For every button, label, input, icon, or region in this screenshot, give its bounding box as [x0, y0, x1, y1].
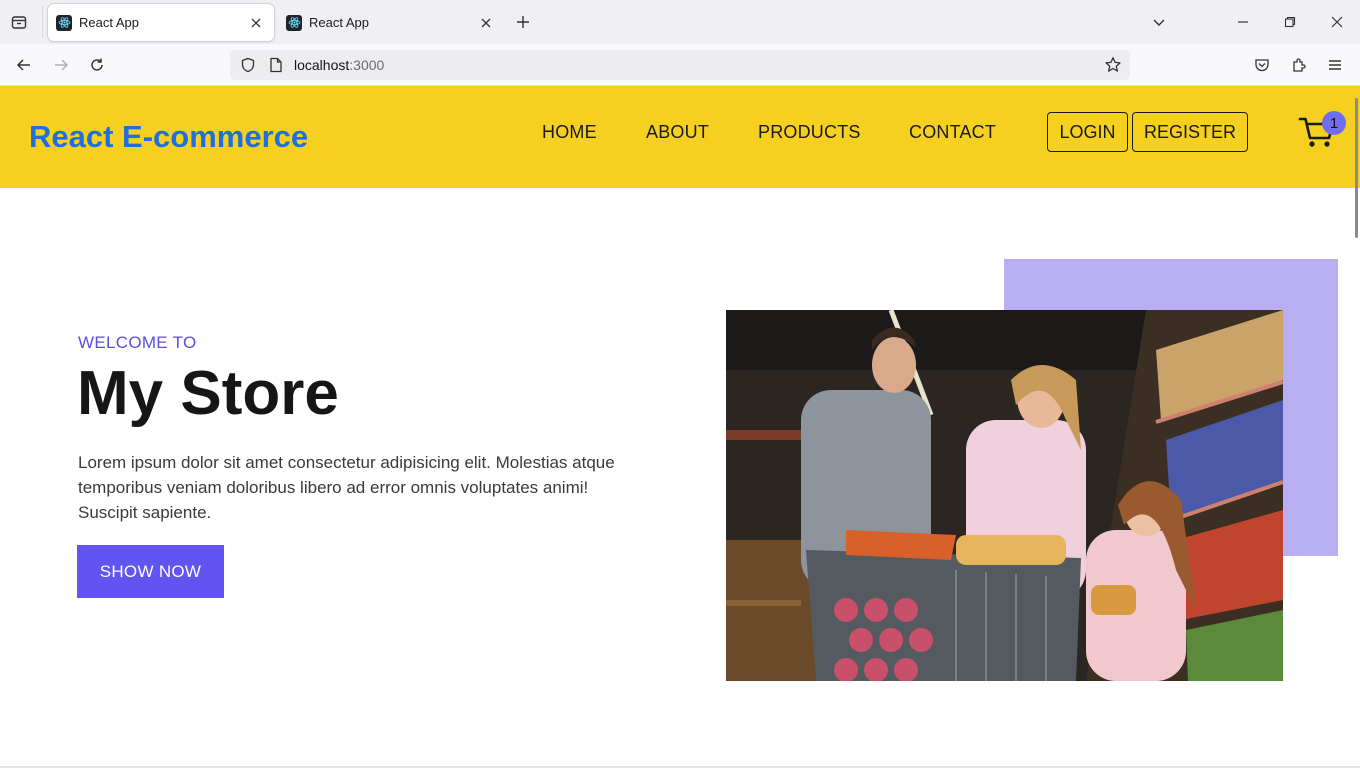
site-header: React E-commerce HOME ABOUT PRODUCTS CON…	[0, 86, 1360, 188]
window-close-icon[interactable]	[1326, 11, 1348, 33]
shield-icon[interactable]	[238, 55, 258, 75]
reload-icon[interactable]	[86, 54, 108, 76]
tab-separator	[42, 6, 43, 38]
tab-react-app-2[interactable]: React App	[278, 4, 504, 41]
react-favicon-icon	[56, 14, 72, 31]
plus-icon[interactable]	[512, 11, 534, 33]
back-arrow-icon[interactable]	[13, 54, 35, 76]
nav-link-about[interactable]: ABOUT	[646, 122, 709, 143]
tab-react-app-1[interactable]: React App	[48, 4, 274, 41]
url-host: localhost	[294, 57, 350, 73]
login-button[interactable]: LOGIN	[1047, 112, 1128, 152]
hero-description: Lorem ipsum dolor sit amet consectetur a…	[78, 453, 615, 522]
close-icon[interactable]	[246, 13, 266, 33]
browser-nav-bar: localhost:3000	[0, 44, 1360, 86]
nav-link-products[interactable]: PRODUCTS	[758, 122, 861, 143]
hero-eyebrow: WELCOME TO	[78, 333, 197, 352]
browser-tab-bar: React App React App	[0, 0, 1360, 44]
chevron-down-icon[interactable]	[1148, 11, 1170, 33]
star-icon[interactable]	[1102, 54, 1124, 76]
url-bar[interactable]: localhost:3000	[230, 50, 1130, 80]
register-button[interactable]: REGISTER	[1132, 112, 1248, 152]
extensions-icon[interactable]	[1288, 54, 1310, 76]
nav-link-contact[interactable]: CONTACT	[909, 122, 996, 143]
scrollbar-thumb[interactable]	[1355, 98, 1358, 238]
hero-title: My Store	[77, 359, 339, 428]
brand-logo[interactable]: React E-commerce	[29, 119, 308, 155]
nav-link-home[interactable]: HOME	[542, 122, 597, 143]
url-port: :3000	[349, 57, 385, 73]
menu-icon[interactable]	[1324, 54, 1346, 76]
page-icon	[266, 55, 286, 75]
close-icon[interactable]	[476, 13, 496, 33]
tab-overview-icon[interactable]	[8, 11, 30, 33]
tab-title: React App	[309, 15, 369, 30]
pocket-icon[interactable]	[1251, 54, 1273, 76]
show-now-button[interactable]: SHOW NOW	[77, 545, 224, 598]
restore-icon[interactable]	[1279, 11, 1301, 33]
tab-title: React App	[79, 15, 139, 30]
react-favicon-icon	[286, 14, 302, 31]
cart-count-badge: 1	[1322, 111, 1346, 135]
forward-arrow-icon[interactable]	[50, 54, 72, 76]
minimize-icon[interactable]	[1232, 11, 1254, 33]
hero-image	[726, 310, 1283, 681]
